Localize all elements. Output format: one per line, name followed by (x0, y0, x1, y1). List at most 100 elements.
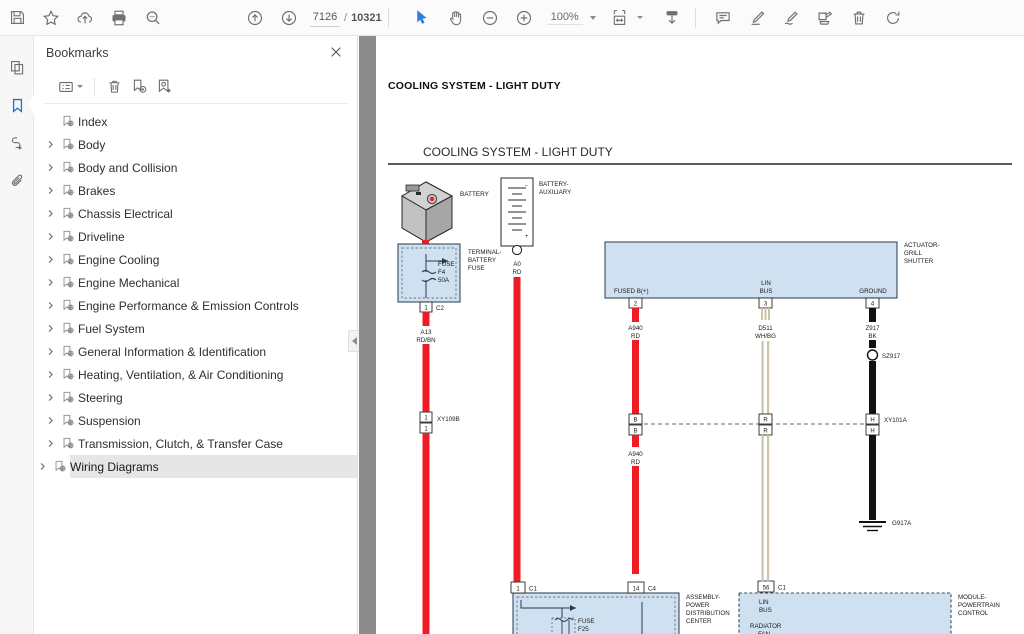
cloud-upload-icon[interactable] (68, 2, 102, 34)
bookmark-item[interactable]: Engine Cooling (34, 248, 357, 271)
bookmark-page-icon (58, 161, 78, 174)
close-icon[interactable] (329, 45, 345, 61)
d511-label-1: D511 (758, 325, 773, 332)
bookmark-options-icon[interactable] (54, 74, 87, 100)
bookmarks-panel: Bookmarks Index Body Body and Collision … (34, 36, 358, 634)
chevron-right-icon[interactable] (34, 459, 50, 475)
print-icon[interactable] (102, 2, 136, 34)
bookmark-item-label: Engine Cooling (78, 252, 160, 267)
chevron-left-icon (351, 337, 357, 345)
bookmark-item[interactable]: Suspension (34, 409, 357, 432)
fit-options-chevron-icon[interactable] (636, 16, 643, 19)
splice-b: B B (628, 413, 643, 436)
actuator-grill-shutter-module (604, 241, 898, 299)
edit-bookmark-icon[interactable] (152, 74, 177, 100)
terminal-fuse-label-1: TERMINAL- (468, 249, 501, 256)
bookmark-page-icon (58, 184, 78, 197)
bookmark-item-label: Engine Performance & Emission Controls (78, 298, 299, 313)
zoom-level-control[interactable]: 100% (546, 11, 596, 25)
bookmark-item[interactable]: Body and Collision (34, 156, 357, 179)
signature-icon[interactable] (774, 2, 808, 34)
chevron-right-icon[interactable] (42, 436, 58, 452)
bookmark-item-label: Suspension (78, 413, 141, 428)
signature-rail-icon[interactable] (0, 124, 34, 162)
save-icon[interactable] (0, 2, 34, 34)
bookmark-page-icon (58, 391, 78, 404)
bookmark-page-icon (58, 414, 78, 427)
pcm-label-3: CONTROL (958, 610, 989, 617)
panel-splitter[interactable] (359, 36, 376, 634)
collapse-panel-handle[interactable] (348, 330, 359, 352)
chevron-right-icon[interactable] (42, 390, 58, 406)
chevron-right-icon[interactable] (42, 367, 58, 383)
chevron-right-icon[interactable] (42, 275, 58, 291)
bookmark-item[interactable]: Steering (34, 386, 357, 409)
chevron-right-icon[interactable] (42, 298, 58, 314)
thumbnails-icon[interactable] (0, 48, 34, 86)
bookmark-item[interactable]: Body (34, 133, 357, 156)
page-down-icon[interactable] (272, 2, 306, 34)
bookmark-item[interactable]: Driveline (34, 225, 357, 248)
rotate-icon[interactable] (876, 2, 910, 34)
c4-pin: 14 (633, 587, 640, 593)
chevron-right-icon[interactable] (42, 160, 58, 176)
chevron-down-icon[interactable] (589, 15, 596, 20)
star-icon[interactable] (34, 2, 68, 34)
bookmark-item[interactable]: Index (34, 110, 357, 133)
chevron-right-icon[interactable] (42, 252, 58, 268)
bookmark-item[interactable]: Transmission, Clutch, & Transfer Case (34, 432, 357, 455)
view-tools-group: 100% (405, 2, 689, 34)
bookmark-item-label: Engine Mechanical (78, 275, 180, 290)
bookmark-item[interactable]: Engine Mechanical (34, 271, 357, 294)
splice-b-bot: B (633, 429, 637, 435)
chevron-right-icon[interactable] (42, 344, 58, 360)
bookmark-item[interactable]: Chassis Electrical (34, 202, 357, 225)
page-number-input[interactable] (310, 8, 340, 27)
battery-aux-label-1: BATTERY- (539, 181, 568, 188)
document-view[interactable]: COOLING SYSTEM - LIGHT DUTY COOLING SYST… (376, 36, 1024, 634)
trash-icon[interactable] (842, 2, 876, 34)
zoom-out-icon[interactable] (473, 2, 507, 34)
fuse-f25-label-2: F25 (578, 626, 589, 633)
chevron-right-icon[interactable] (42, 137, 58, 153)
rad-fan-label-1: RADIATOR (750, 623, 782, 630)
bookmark-item[interactable]: General Information & Identification (34, 340, 357, 363)
pcm-pin: 56 (763, 586, 770, 592)
bookmark-icon[interactable] (0, 86, 35, 124)
chevron-right-icon[interactable] (42, 183, 58, 199)
stamp-icon[interactable] (808, 2, 842, 34)
select-tool-icon[interactable] (405, 2, 439, 34)
chevron-right-icon[interactable] (42, 206, 58, 222)
apdc-label-1: ASSEMBLY- (686, 594, 720, 601)
chevron-right-icon[interactable] (42, 321, 58, 337)
download-icon[interactable] (655, 2, 689, 34)
chevron-right-icon[interactable] (42, 229, 58, 245)
chevron-down-icon[interactable] (77, 85, 83, 88)
comment-icon[interactable] (706, 2, 740, 34)
a940b-label-2: RD (631, 459, 640, 466)
bookmark-item[interactable]: Fuel System (34, 317, 357, 340)
highlight-icon[interactable] (740, 2, 774, 34)
add-bookmark-icon[interactable] (127, 74, 152, 100)
page-up-icon[interactable] (238, 2, 272, 34)
attachment-icon[interactable] (0, 162, 34, 200)
fit-page-icon[interactable] (606, 2, 634, 34)
chevron-right-icon[interactable] (42, 413, 58, 429)
zoom-in-icon[interactable] (507, 2, 541, 34)
search-icon[interactable] (136, 2, 170, 34)
z917-label-2: BK (868, 333, 877, 340)
connector-xy101a: H H XY101A (865, 413, 908, 436)
splice-b-top: B (633, 418, 637, 424)
bookmark-item[interactable]: Engine Performance & Emission Controls (34, 294, 357, 317)
delete-bookmark-icon[interactable] (102, 74, 127, 100)
actuator-label-1: ACTUATOR- (904, 242, 940, 249)
wire-z917-run1 (869, 361, 876, 414)
wire-a940-stub (632, 308, 639, 322)
bookmark-item[interactable]: Brakes (34, 179, 357, 202)
c2-label: C2 (436, 305, 444, 312)
z917-label-1: Z917 (865, 325, 880, 332)
bookmark-page-icon (50, 460, 70, 473)
bookmark-item[interactable]: Heating, Ventilation, & Air Conditioning (34, 363, 357, 386)
bookmark-item[interactable]: Wiring Diagrams (40, 455, 357, 478)
pan-tool-icon[interactable] (439, 2, 473, 34)
